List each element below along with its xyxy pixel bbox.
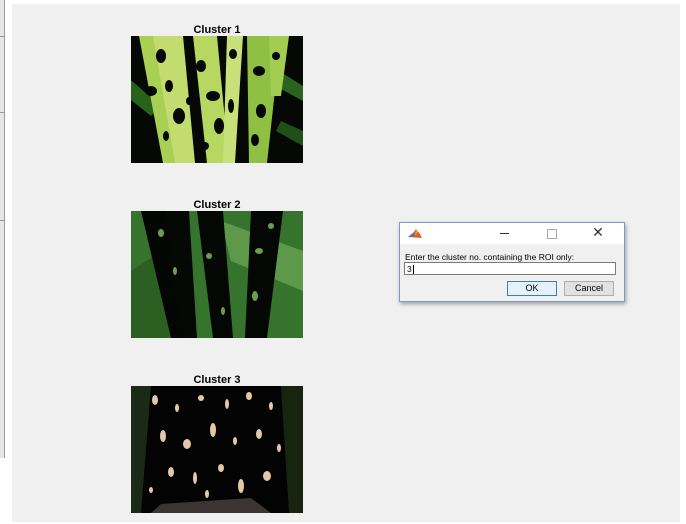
close-icon[interactable]: ✕ bbox=[578, 223, 618, 244]
text-caret bbox=[412, 265, 414, 275]
minimize-icon[interactable] bbox=[484, 223, 524, 244]
cluster-2-title: Cluster 2 bbox=[193, 199, 241, 211]
input-dialog: ✕ Enter the cluster no. containing the R… bbox=[399, 222, 625, 302]
cluster-1-image bbox=[131, 36, 303, 163]
figure-window: Cluster 1 Cluster 2 Cluster 3 ✕ Enter th… bbox=[12, 4, 680, 522]
cluster-number-value: 3 bbox=[407, 264, 412, 274]
cluster-3-title: Cluster 3 bbox=[193, 374, 241, 386]
cluster-1-panel: Cluster 1 bbox=[131, 24, 303, 163]
dialog-titlebar[interactable]: ✕ bbox=[400, 223, 624, 244]
cluster-2-image bbox=[131, 211, 303, 338]
matlab-icon bbox=[407, 227, 423, 240]
ok-button[interactable]: OK bbox=[507, 281, 557, 296]
maximize-icon[interactable] bbox=[532, 223, 572, 244]
left-edge-strip bbox=[0, 0, 5, 458]
cancel-button[interactable]: Cancel bbox=[564, 281, 614, 296]
cluster-1-title: Cluster 1 bbox=[193, 24, 241, 36]
cluster-2-panel: Cluster 2 bbox=[131, 199, 303, 338]
dialog-prompt: Enter the cluster no. containing the ROI… bbox=[405, 252, 575, 262]
cluster-3-panel: Cluster 3 bbox=[131, 374, 303, 513]
cluster-3-image bbox=[131, 386, 303, 513]
cluster-number-input[interactable]: 3 bbox=[404, 262, 616, 275]
